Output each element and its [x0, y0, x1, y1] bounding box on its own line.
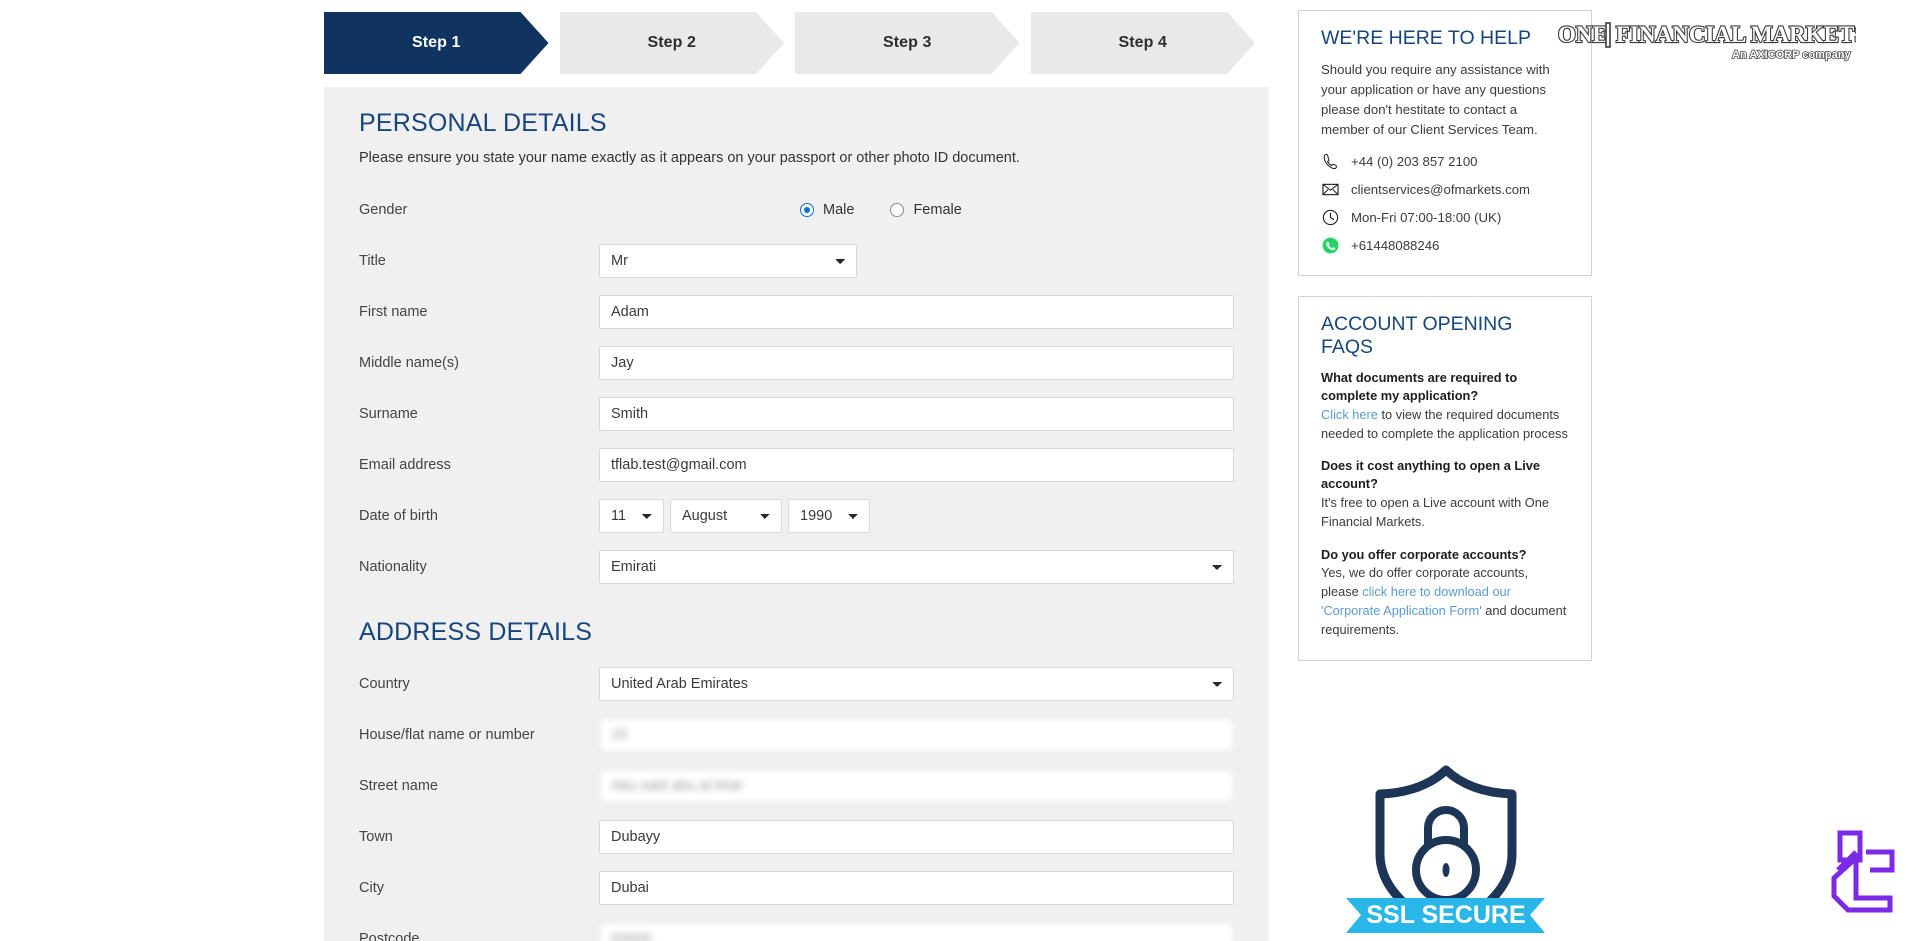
email-label: Email address: [359, 457, 451, 473]
personal-details-heading: PERSONAL DETAILS: [359, 109, 607, 137]
faq-link-click-here[interactable]: Click here: [1321, 407, 1378, 422]
contact-hours: Mon-Fri 07:00-18:00 (UK): [1321, 208, 1569, 227]
dob-month-select[interactable]: August: [670, 499, 782, 533]
purple-bracket-icon: [1831, 830, 1895, 913]
gender-radio-female[interactable]: Female: [890, 202, 962, 218]
faq-answer: It's free to open a Live account with On…: [1321, 494, 1549, 529]
postcode-input[interactable]: [599, 922, 1234, 941]
email-input[interactable]: [599, 448, 1234, 482]
clock-icon: [1322, 210, 1339, 226]
field-row-town: Town: [359, 812, 1234, 862]
field-row-first-name: First name: [359, 287, 1234, 337]
step-tab-1[interactable]: Step 1: [324, 12, 549, 74]
faq-answer: Click here to view the required document…: [1321, 406, 1569, 444]
dob-year-select[interactable]: 1990: [788, 499, 870, 533]
step-tab-4[interactable]: Step 4: [1031, 12, 1256, 74]
title-select[interactable]: Mr: [599, 244, 857, 278]
surname-label: Surname: [359, 406, 418, 422]
gender-option-label: Male: [823, 202, 855, 218]
field-row-nationality: Nationality Emirati: [359, 542, 1234, 592]
field-row-title: Title Mr: [359, 236, 1234, 286]
ssl-secure-label: SSL SECURE: [1366, 901, 1525, 929]
surname-input[interactable]: [599, 397, 1234, 431]
contact-phone-text: +44 (0) 203 857 2100: [1351, 154, 1478, 170]
contact-phone[interactable]: +44 (0) 203 857 2100: [1321, 152, 1569, 171]
town-label: Town: [359, 829, 393, 845]
help-body: Should you require any assistance with y…: [1321, 62, 1550, 138]
field-row-email: Email address: [359, 440, 1234, 490]
whatsapp-icon: [1322, 237, 1339, 254]
house-label: House/flat name or number: [359, 727, 535, 743]
faq-answer: Yes, we do offer corporate accounts, ple…: [1321, 564, 1569, 640]
field-row-date-of-birth: Date of birth 11 August 1990: [359, 491, 1234, 541]
field-row-house: House/flat name or number: [359, 710, 1234, 760]
nationality-label: Nationality: [359, 559, 427, 575]
field-row-country: Country United Arab Emirates: [359, 659, 1234, 709]
title-label: Title: [359, 253, 386, 269]
step-tab-2[interactable]: Step 2: [560, 12, 785, 74]
logo-word-rest: FINANCIAL MARKETS: [1616, 22, 1856, 47]
progress-stepper: Step 1 Step 2 Step 3 Step 4: [324, 12, 1266, 74]
postcode-label: Postcode: [359, 931, 420, 941]
application-form-panel: PERSONAL DETAILS Please ensure you state…: [324, 87, 1269, 941]
town-input[interactable]: [599, 820, 1234, 854]
contact-hours-text: Mon-Fri 07:00-18:00 (UK): [1351, 210, 1502, 226]
step-tab-3[interactable]: Step 3: [795, 12, 1020, 74]
country-select[interactable]: United Arab Emirates: [599, 667, 1234, 701]
middle-name-input[interactable]: [599, 346, 1234, 380]
personal-details-intro: Please ensure you state your name exactl…: [359, 150, 1020, 166]
field-row-postcode: Postcode: [359, 914, 1234, 941]
gender-radio-male[interactable]: Male: [800, 202, 854, 218]
first-name-label: First name: [359, 304, 428, 320]
house-input[interactable]: [599, 718, 1234, 752]
ssl-shield-graphic: SSL SECURE: [1346, 765, 1545, 933]
logo-word-one: ONE: [1558, 22, 1608, 47]
city-input[interactable]: [599, 871, 1234, 905]
gender-option-label: Female: [913, 202, 962, 218]
faqs-card: ACCOUNT OPENING FAQS What documents are …: [1298, 296, 1592, 662]
step-label: Step 3: [882, 34, 932, 51]
faq-question: Do you offer corporate accounts?: [1321, 546, 1527, 562]
field-row-city: City: [359, 863, 1234, 913]
contact-whatsapp[interactable]: +61448088246: [1321, 236, 1569, 255]
field-row-gender: Gender Male Female: [359, 185, 1234, 235]
gender-label: Gender: [359, 202, 408, 218]
radio-icon-selected: [800, 203, 814, 217]
faqs-title: ACCOUNT OPENING FAQS: [1321, 313, 1513, 359]
ssl-secure-badge: SSL SECURE: [1318, 758, 1573, 938]
contact-email[interactable]: clientservices@ofmarkets.com: [1321, 180, 1569, 199]
step-label: Step 4: [1118, 34, 1168, 51]
application-page: Step 1 Step 2 Step 3 Step 4 PERSONAL DET…: [0, 0, 1920, 941]
street-input[interactable]: [599, 769, 1234, 803]
contact-email-text: clientservices@ofmarkets.com: [1351, 182, 1531, 198]
address-details-heading: ADDRESS DETAILS: [359, 618, 593, 646]
field-row-middle-name: Middle name(s): [359, 338, 1234, 388]
help-title: WE'RE HERE TO HELP: [1321, 27, 1531, 49]
one-financial-markets-logo: ONE FINANCIAL MARKETS An AXICORP company: [1557, 21, 1856, 62]
step-label: Step 2: [647, 34, 697, 51]
middle-name-label: Middle name(s): [359, 355, 459, 371]
step-label: Step 1: [411, 34, 461, 51]
field-row-surname: Surname: [359, 389, 1234, 439]
help-card: WE'RE HERE TO HELP Should you require an…: [1298, 10, 1592, 277]
contact-whatsapp-text: +61448088246: [1351, 238, 1440, 254]
field-row-street: Street name: [359, 761, 1234, 811]
watermark-logo: [1826, 828, 1900, 914]
radio-icon-unselected: [890, 203, 905, 217]
first-name-input[interactable]: [599, 295, 1234, 329]
dob-day-select[interactable]: 11: [599, 499, 664, 533]
faq-question: What documents are required to complete …: [1321, 370, 1518, 403]
faq-question: Does it cost anything to open a Live acc…: [1321, 458, 1540, 492]
city-label: City: [359, 880, 384, 896]
envelope-icon: [1322, 184, 1339, 196]
nationality-select[interactable]: Emirati: [599, 550, 1234, 584]
logo-subtitle: An AXICORP company: [1732, 49, 1851, 61]
date-of-birth-label: Date of birth: [359, 508, 438, 524]
sidebar: WE'RE HERE TO HELP Should you require an…: [1298, 10, 1592, 662]
company-logo: ONE FINANCIAL MARKETS An AXICORP company: [1556, 18, 1856, 64]
phone-icon: [1323, 154, 1337, 170]
country-label: Country: [359, 676, 410, 692]
street-label: Street name: [359, 778, 438, 794]
